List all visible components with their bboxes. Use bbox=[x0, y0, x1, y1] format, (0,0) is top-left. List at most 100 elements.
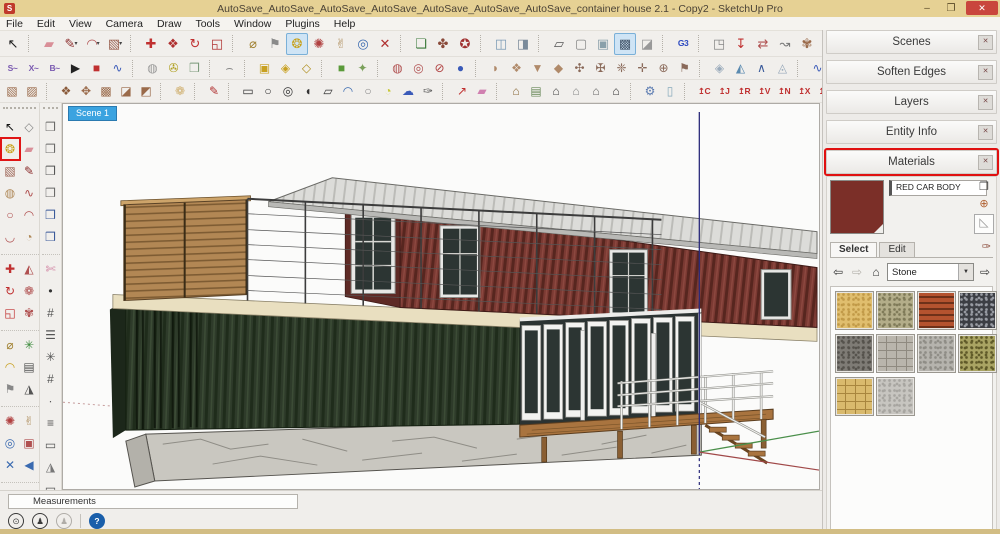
3d-model-canvas[interactable] bbox=[63, 104, 819, 489]
close-button[interactable]: ✕ bbox=[966, 1, 998, 15]
box-4-tool[interactable]: ❒ bbox=[42, 182, 60, 204]
gold-box-a-tool[interactable]: ▣ bbox=[254, 58, 275, 78]
chevron-down-icon[interactable]: ▼ bbox=[958, 264, 973, 280]
grid-2-tool[interactable]: # bbox=[42, 368, 60, 390]
material-swatch-gray-rough-stone[interactable] bbox=[835, 334, 874, 373]
xray-tool[interactable]: ◫ bbox=[490, 33, 512, 55]
back-edges-tool[interactable]: ◨ bbox=[512, 33, 534, 55]
house-d-tool[interactable]: ⌂ bbox=[566, 81, 586, 101]
add-detail-tool[interactable]: ✠ bbox=[590, 58, 611, 78]
house-b-tool[interactable]: ▤ bbox=[526, 81, 546, 101]
component-tool[interactable]: ❏ bbox=[410, 33, 432, 55]
shape-pie-tool[interactable]: ◔ bbox=[378, 81, 398, 101]
panel-page-tool[interactable]: ▯ bbox=[660, 81, 680, 101]
tray-layers[interactable]: Layers✕ bbox=[826, 90, 997, 114]
rotate-tool[interactable]: ↻ bbox=[1, 280, 20, 302]
monochrome-tool[interactable]: ◪ bbox=[636, 33, 658, 55]
shape-rect-tool[interactable]: ▭ bbox=[238, 81, 258, 101]
lines-tool[interactable]: ≡ bbox=[42, 412, 60, 434]
material-swatch-olive-pebbles[interactable] bbox=[876, 291, 915, 330]
layer-x-tool[interactable]: ↥X bbox=[794, 81, 814, 101]
roof-c-tool[interactable]: ◬ bbox=[772, 58, 793, 78]
eraser-tool[interactable]: ▰ bbox=[20, 138, 39, 160]
plan-tool[interactable]: ▭ bbox=[42, 434, 60, 456]
move-tool[interactable]: ✚ bbox=[1, 258, 20, 280]
drape-tool[interactable]: ✣ bbox=[569, 58, 590, 78]
layer-f-tool[interactable]: ↥F bbox=[814, 81, 822, 101]
shape-oval-tool[interactable]: ◖ bbox=[298, 81, 318, 101]
curve-tool-tool[interactable]: ∿ bbox=[807, 58, 822, 78]
back-arrow-icon[interactable]: ⇦ bbox=[830, 265, 846, 279]
roof-b-tool[interactable]: ∧ bbox=[751, 58, 772, 78]
zoom-extents-tool[interactable]: ✕ bbox=[374, 33, 396, 55]
layer-j-tool[interactable]: ↥J bbox=[714, 81, 734, 101]
shaded-tool[interactable]: ▣ bbox=[592, 33, 614, 55]
eyedropper-icon[interactable]: ✑ bbox=[982, 240, 991, 253]
burst-tool[interactable]: ✳ bbox=[42, 346, 60, 368]
zoom-tool[interactable]: ◎ bbox=[1, 432, 20, 454]
tray-close-icon[interactable]: ✕ bbox=[978, 65, 993, 80]
rectangle-dropdown-arrow[interactable]: ▾ bbox=[119, 40, 122, 47]
text-tool[interactable]: ▤ bbox=[20, 356, 39, 378]
point-tool[interactable]: • bbox=[42, 280, 60, 302]
sign-in-icon[interactable]: ♟ bbox=[56, 513, 72, 529]
house-f-tool[interactable]: ⌂ bbox=[606, 81, 626, 101]
rotate-tool[interactable]: ↻ bbox=[184, 33, 206, 55]
material-swatch-stacked-red-stone[interactable] bbox=[917, 291, 956, 330]
orbit-tool[interactable]: ✺ bbox=[308, 33, 330, 55]
dimension-tool[interactable]: ⚑ bbox=[264, 33, 286, 55]
pan-tool[interactable]: ✌ bbox=[20, 410, 39, 432]
menu-tools[interactable]: Tools bbox=[195, 18, 220, 30]
tex-6-tool[interactable]: ◪ bbox=[116, 81, 136, 101]
diamond-tool[interactable]: ◈ bbox=[709, 58, 730, 78]
globe-tool[interactable]: ● bbox=[450, 58, 471, 78]
pie-tool[interactable]: ◔ bbox=[20, 226, 39, 248]
shape-circle-tool[interactable]: ○ bbox=[258, 81, 278, 101]
menu-plugins[interactable]: Plugins bbox=[285, 18, 319, 30]
shaded-with-textures-tool[interactable]: ▩ bbox=[614, 33, 636, 55]
grid-tool[interactable]: # bbox=[42, 302, 60, 324]
box-6-tool[interactable]: ❒ bbox=[42, 226, 60, 248]
wireframe-tool[interactable]: ▱ bbox=[548, 33, 570, 55]
flip-edge-tool[interactable]: ❈ bbox=[611, 58, 632, 78]
box-5-tool[interactable]: ❒ bbox=[42, 204, 60, 226]
push-pull-tool[interactable]: ◭ bbox=[20, 258, 39, 280]
house-a-tool[interactable]: ⌂ bbox=[506, 81, 526, 101]
collection-dropdown[interactable]: Stone ▼ bbox=[887, 263, 974, 281]
box-1-tool[interactable]: ❒ bbox=[42, 116, 60, 138]
texture-a-tool[interactable]: ✤ bbox=[432, 33, 454, 55]
layer-c-tool[interactable]: ↥C bbox=[694, 81, 714, 101]
maximize-button[interactable]: ❐ bbox=[942, 3, 960, 14]
shape-scribble-tool[interactable]: ✑ bbox=[418, 81, 438, 101]
scissors-tool[interactable]: ✄ bbox=[42, 258, 60, 280]
line-tool[interactable]: ✎ bbox=[20, 160, 39, 182]
follow-me-tool[interactable]: ❁ bbox=[20, 280, 39, 302]
material-swatch-light-marble[interactable] bbox=[876, 377, 915, 416]
tray-materials[interactable]: Materials✕ bbox=[826, 150, 997, 174]
create-material-icon[interactable]: ⊕ bbox=[977, 197, 992, 211]
g3-plugin-tool[interactable]: G3 bbox=[672, 33, 694, 55]
tex-2-tool[interactable]: ▨ bbox=[22, 81, 42, 101]
corner-tool[interactable]: ◳ bbox=[708, 33, 730, 55]
eraser-pink-tool[interactable]: ▰ bbox=[472, 81, 492, 101]
gold-box-c-tool[interactable]: ◇ bbox=[296, 58, 317, 78]
shape-ellipse-tool[interactable]: ◎ bbox=[278, 81, 298, 101]
sandbox-from-scratch-tool[interactable]: ❖ bbox=[506, 58, 527, 78]
dimension-tool[interactable]: ⚑ bbox=[1, 378, 20, 400]
tray-entity-info[interactable]: Entity Info✕ bbox=[826, 120, 997, 144]
tray-close-icon[interactable]: ✕ bbox=[978, 35, 993, 50]
dot-2-tool[interactable]: ∙ bbox=[42, 390, 60, 412]
star-tool[interactable]: ✦ bbox=[352, 58, 373, 78]
scale-tool[interactable]: ◱ bbox=[206, 33, 228, 55]
xy-tool[interactable]: X~ bbox=[23, 58, 44, 78]
material-swatch-tan-stone-blocks[interactable] bbox=[835, 377, 874, 416]
tex-3-tool[interactable]: ❖ bbox=[56, 81, 76, 101]
axes-tool[interactable]: ✳ bbox=[20, 334, 39, 356]
arc-2-tool[interactable]: ◡ bbox=[1, 226, 20, 248]
tape-measure-tool[interactable]: ⌀ bbox=[1, 334, 20, 356]
material-name-field[interactable]: RED CAR BODY bbox=[889, 180, 987, 196]
zoom-extents-tool[interactable]: ✕ bbox=[1, 454, 20, 476]
forward-arrow-icon[interactable]: ⇨ bbox=[849, 265, 865, 279]
terrain-b-tool[interactable]: ⊕ bbox=[653, 58, 674, 78]
toolbar-drag-handle[interactable] bbox=[43, 107, 58, 113]
